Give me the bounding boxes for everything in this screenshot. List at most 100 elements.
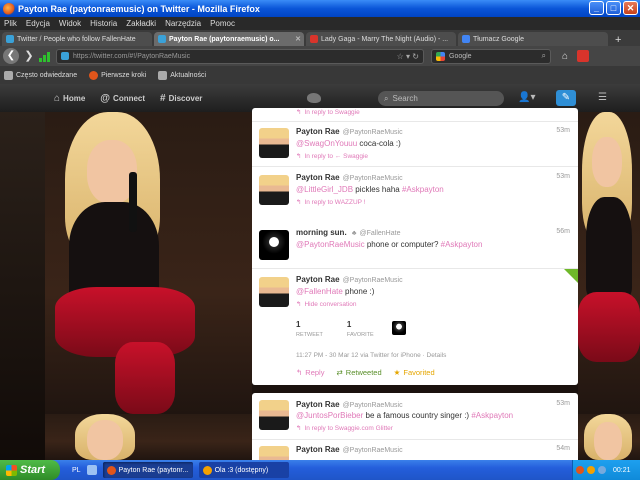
- reply-context[interactable]: ↰ In reply to Swaggie: [296, 108, 360, 116]
- tweet-author[interactable]: Payton Rae @PaytonRaeMusic: [296, 173, 403, 182]
- bookmark-getting-started[interactable]: Pierwsze kroki: [89, 70, 147, 80]
- menu-tools[interactable]: Narzędzia: [165, 19, 201, 28]
- tab-google-translate[interactable]: Tłumacz Google: [458, 32, 608, 46]
- language-indicator[interactable]: PL: [72, 467, 81, 474]
- hashtag-link[interactable]: #Askpayton: [441, 240, 483, 249]
- twitter-search-input[interactable]: ⌕ Search: [378, 91, 504, 106]
- tweet[interactable]: Payton Rae @PaytonRaeMusic 53m @LittleGir…: [252, 166, 578, 216]
- taskbar-firefox[interactable]: Payton Rae (paytonr...: [102, 462, 193, 478]
- new-tab-button[interactable]: +: [610, 34, 626, 46]
- reply-context[interactable]: ↰ In reply to WAZZUP !: [296, 198, 366, 206]
- menu-help[interactable]: Pomoc: [210, 19, 235, 28]
- hide-conversation-link[interactable]: ↰ Hide conversation: [296, 300, 356, 308]
- mention-link[interactable]: @FallenHate: [296, 287, 343, 296]
- home-icon[interactable]: ⌂: [562, 51, 568, 62]
- reply-context[interactable]: ↰ In reply to ← Swaggie: [296, 152, 368, 160]
- menu-bookmarks[interactable]: Zakładki: [126, 19, 156, 28]
- tweet-time[interactable]: 53m: [556, 400, 570, 407]
- tab-followers[interactable]: Twitter / People who follow FallenHate: [2, 32, 152, 46]
- search-placeholder: Google: [449, 52, 472, 60]
- tray-messenger-icon[interactable]: [587, 466, 595, 474]
- url-bar[interactable]: https://twitter.com/#!/PaytonRaeMusic ☆ …: [56, 48, 424, 64]
- settings-menu-icon[interactable]: ☰: [598, 92, 607, 103]
- addon-icon[interactable]: [577, 50, 590, 62]
- tweet-author[interactable]: morning sun. ♣ @FallenHate: [296, 228, 400, 237]
- mention-link[interactable]: @PaytonRaeMusic: [296, 240, 365, 249]
- maximize-button[interactable]: □: [606, 1, 621, 15]
- timeline: ↰ In reply to Swaggie Payton Rae @PaytonRa…: [252, 108, 578, 476]
- reply-context[interactable]: ↰ In reply to Swaggie.com Glitter: [296, 424, 393, 432]
- tweet-author[interactable]: Payton Rae @PaytonRaeMusic: [296, 445, 403, 454]
- close-tab-icon[interactable]: ✕: [295, 35, 301, 43]
- retweet-count[interactable]: 1 RETWEET: [296, 320, 323, 338]
- reload-icon[interactable]: ☆ ▾ ↻: [397, 52, 419, 61]
- tray-network-icon[interactable]: [598, 466, 606, 474]
- favorite-count[interactable]: 1 FAVORITE: [347, 320, 374, 338]
- tweet-expanded[interactable]: Payton Rae @PaytonRaeMusic @FallenHate ph…: [252, 268, 578, 385]
- tweet-time[interactable]: 53m: [556, 127, 570, 134]
- nav-discover[interactable]: # Discover: [160, 93, 202, 104]
- avatar[interactable]: [259, 277, 289, 307]
- signal-icon: [39, 50, 53, 62]
- bookmark-news[interactable]: Aktualności: [158, 70, 206, 80]
- tweet-handle: @PaytonRaeMusic: [342, 129, 403, 136]
- hashtag-link[interactable]: #Askpayton: [471, 411, 513, 420]
- hashtag-link[interactable]: #Askpayton: [402, 185, 444, 194]
- menu-edit[interactable]: Edycja: [26, 19, 50, 28]
- tweet-time[interactable]: 53m: [556, 173, 570, 180]
- menu-history[interactable]: Historia: [90, 19, 117, 28]
- tab-payton-rae[interactable]: Payton Rae (paytonraemusic) o... ✕: [154, 32, 304, 46]
- tweet-author[interactable]: Payton Rae @PaytonRaeMusic: [296, 400, 403, 409]
- search-icon[interactable]: ⌕: [542, 51, 546, 61]
- tweet-text: @SwagOnYouuu coca-cola :): [296, 139, 401, 148]
- nav-home[interactable]: ⌂ Home: [54, 93, 85, 104]
- tweet[interactable]: Payton Rae @PaytonRaeMusic 53m @SwagOnYou…: [252, 121, 578, 171]
- favorite-button[interactable]: ★ Favorited: [394, 368, 435, 377]
- start-button[interactable]: Start: [0, 460, 60, 480]
- url-text: https://twitter.com/#!/PaytonRaeMusic: [73, 52, 191, 60]
- tweet[interactable]: Payton Rae @PaytonRaeMusic 53m @JuntosPor…: [252, 393, 578, 439]
- mention-link[interactable]: @SwagOnYouuu: [296, 139, 357, 148]
- user-menu-icon[interactable]: 👤▾: [518, 92, 535, 103]
- star-icon: ★: [393, 368, 401, 377]
- navigation-bar: ❮ ❯ https://twitter.com/#!/PaytonRaeMusi…: [0, 46, 640, 66]
- search-bar[interactable]: Google ⌕: [431, 48, 551, 64]
- tweet-author[interactable]: Payton Rae @PaytonRaeMusic: [296, 127, 403, 136]
- taskbar-gadu-gadu[interactable]: Ola :3 (dostępny): [198, 462, 289, 478]
- tweet[interactable]: morning sun. ♣ @FallenHate 56m @PaytonRae…: [252, 222, 578, 268]
- tab-lady-gaga[interactable]: Lady Gaga - Marry The Night (Audio) - ..…: [306, 32, 456, 46]
- avatar[interactable]: [259, 128, 289, 158]
- start-label: Start: [20, 464, 46, 476]
- clock[interactable]: 00:21: [613, 467, 631, 474]
- avatar[interactable]: [259, 400, 289, 430]
- conversation-icon: ↰: [296, 301, 302, 308]
- avatar[interactable]: [259, 230, 289, 260]
- mention-link[interactable]: @JuntosPorBieber: [296, 411, 363, 420]
- menu-view[interactable]: Widok: [59, 19, 81, 28]
- menu-file[interactable]: Plik: [4, 19, 17, 28]
- twitter-bird-icon: [307, 93, 321, 103]
- tweet-actions: ↰ Reply ⇄ Retweeted ★ Favorited: [296, 368, 435, 377]
- retweet-button[interactable]: ⇄ Retweeted: [336, 368, 381, 377]
- avatar[interactable]: [259, 175, 289, 205]
- bookmark-most-visited[interactable]: Często odwiedzane: [4, 70, 77, 80]
- compose-tweet-button[interactable]: ✎: [556, 90, 576, 106]
- task-label: Ola :3 (dostępny): [214, 466, 269, 474]
- tweet-time[interactable]: 54m: [556, 445, 570, 452]
- tweet-meta: 11:27 PM - 30 Mar 12 via Twitter for iPh…: [296, 352, 447, 359]
- tweet-time[interactable]: 56m: [556, 228, 570, 235]
- minimize-button[interactable]: _: [589, 1, 604, 15]
- back-button[interactable]: ❮: [3, 48, 19, 64]
- close-button[interactable]: ✕: [623, 1, 638, 15]
- favoriter-avatar[interactable]: [392, 321, 406, 335]
- bookmark-label: Pierwsze kroki: [101, 71, 147, 79]
- tweet-stats: 1 RETWEET 1 FAVORITE: [296, 320, 374, 338]
- tweet-text: @FallenHate phone :): [296, 287, 375, 296]
- show-desktop-icon[interactable]: [86, 465, 97, 475]
- tray-firefox-icon[interactable]: [576, 466, 584, 474]
- reply-button[interactable]: ↰ Reply: [296, 368, 324, 377]
- tweet-author[interactable]: Payton Rae @PaytonRaeMusic: [296, 275, 403, 284]
- forward-button[interactable]: ❯: [22, 49, 36, 63]
- mention-link[interactable]: @LittleGirl_JDB: [296, 185, 353, 194]
- nav-connect[interactable]: @ Connect: [100, 93, 145, 104]
